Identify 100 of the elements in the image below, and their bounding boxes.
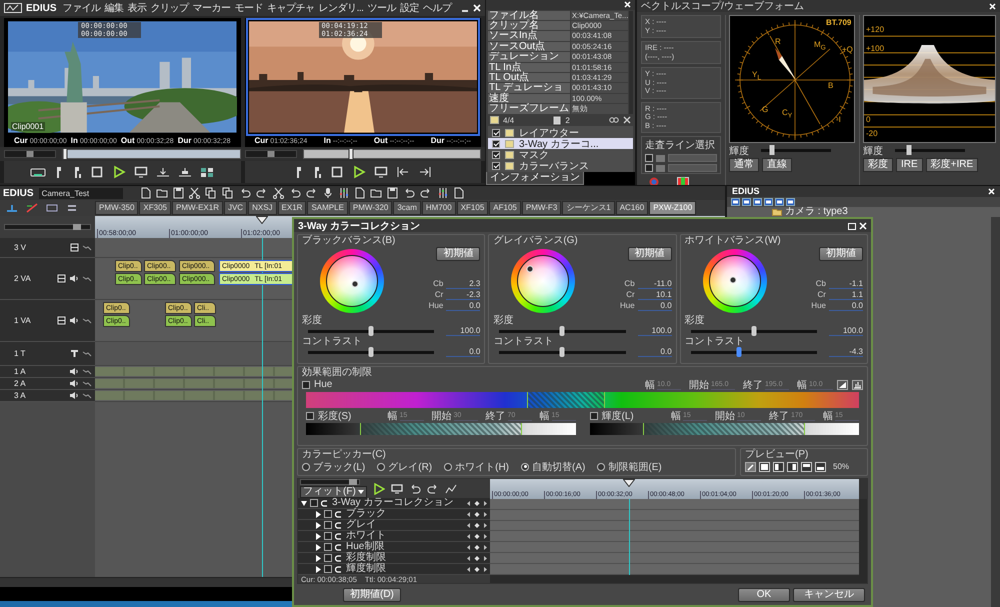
- folder-icon[interactable]: [370, 187, 382, 199]
- keyframe-nav-icon[interactable]: [467, 554, 487, 562]
- stop-icon[interactable]: [90, 165, 104, 179]
- filter-item[interactable]: 3-Way カラーコ...: [488, 138, 633, 149]
- sequence-tab[interactable]: XF105: [456, 201, 488, 215]
- snap-icon[interactable]: [66, 203, 78, 213]
- sequence-tab[interactable]: 3cam: [393, 201, 421, 215]
- full-preview-icon[interactable]: [759, 462, 770, 472]
- menu-item[interactable]: ヘルプ: [422, 1, 452, 15]
- sequence-tab[interactable]: PMW-320: [348, 201, 392, 215]
- new-file-icon[interactable]: [140, 187, 151, 199]
- checkbox[interactable]: [492, 128, 500, 136]
- redo-icon[interactable]: [426, 482, 439, 494]
- new-file-icon[interactable]: [454, 187, 464, 199]
- checkbox[interactable]: [645, 154, 653, 162]
- expand-arrow-icon[interactable]: [315, 522, 321, 528]
- slider-thumb[interactable]: [906, 145, 912, 155]
- sequence-tab[interactable]: シーケンス1: [562, 201, 615, 215]
- keyframe-nav-icon[interactable]: [467, 566, 487, 572]
- keyframe-nav-icon[interactable]: [467, 532, 487, 540]
- keyframe-track[interactable]: 輝度制限: [298, 564, 490, 575]
- copy-icon[interactable]: [204, 187, 217, 199]
- graph-icon[interactable]: [444, 482, 457, 494]
- reset-button[interactable]: 初期値: [628, 247, 672, 261]
- reset-button[interactable]: 初期値: [818, 247, 863, 261]
- project-name-field[interactable]: Camera_Test: [38, 188, 123, 198]
- zoom-thumb[interactable]: [349, 479, 358, 485]
- gradient-range-bar[interactable]: [590, 423, 859, 435]
- value-field[interactable]: 1.1: [828, 290, 863, 300]
- radio-button[interactable]: [444, 462, 452, 470]
- keyframe-track[interactable]: グレイ: [298, 520, 490, 531]
- radio-button[interactable]: [302, 462, 310, 470]
- sequence-tab[interactable]: AC160: [616, 201, 648, 215]
- split-right-icon[interactable]: [787, 462, 798, 472]
- checkbox[interactable]: [492, 162, 500, 170]
- keyframe-nav-icon[interactable]: [467, 510, 487, 518]
- menu-item[interactable]: マーカー: [192, 1, 231, 15]
- menu-item[interactable]: レンダリ...: [318, 1, 364, 15]
- checkbox[interactable]: [492, 140, 500, 148]
- delete-icon[interactable]: [623, 116, 632, 124]
- range-selection[interactable]: [360, 423, 522, 435]
- histogram-icon[interactable]: [852, 380, 863, 390]
- grid-icon[interactable]: [200, 165, 214, 179]
- expand-arrow-icon[interactable]: [315, 566, 321, 572]
- value-field[interactable]: 100.0: [638, 326, 672, 336]
- screen-icon[interactable]: [374, 165, 388, 179]
- sequence-tab[interactable]: XF305: [139, 201, 171, 215]
- slider-thumb[interactable]: [751, 326, 756, 336]
- value-field[interactable]: 2.3: [446, 279, 480, 289]
- mode-button[interactable]: 彩度: [863, 158, 893, 172]
- value-field[interactable]: -11.0: [638, 279, 672, 289]
- menu-item[interactable]: ツール: [367, 1, 396, 15]
- save-icon[interactable]: [386, 187, 398, 199]
- close-icon[interactable]: [989, 2, 996, 10]
- close-icon[interactable]: [473, 4, 481, 12]
- ok-button[interactable]: OK: [738, 588, 790, 602]
- vertical-scrollbar[interactable]: [991, 217, 1000, 607]
- menu-item[interactable]: キャプチャ: [267, 1, 315, 15]
- expand-arrow-icon[interactable]: [301, 500, 307, 506]
- sequence-tab[interactable]: AF105: [489, 201, 521, 215]
- checkbox[interactable]: [306, 412, 314, 420]
- value-field[interactable]: 100.0: [828, 326, 863, 336]
- radio-button[interactable]: [521, 462, 530, 470]
- fit-dropdown[interactable]: フィット(F): [300, 486, 367, 498]
- value-field[interactable]: 100.0: [446, 326, 480, 336]
- save-icon[interactable]: [172, 187, 184, 199]
- undo-icon[interactable]: [288, 187, 301, 199]
- play-icon[interactable]: [372, 482, 385, 494]
- menu-item[interactable]: ファイル: [62, 1, 101, 15]
- undo-icon[interactable]: [402, 187, 415, 199]
- checkbox[interactable]: [324, 510, 332, 518]
- close-icon[interactable]: [624, 1, 631, 8]
- play-icon[interactable]: [352, 165, 366, 179]
- filter-item[interactable]: レイアウター: [488, 127, 633, 138]
- vertical-scrollbar[interactable]: [859, 499, 867, 575]
- mode-button[interactable]: 直線: [762, 158, 792, 172]
- sequence-tab[interactable]: PMW-EX1R: [172, 201, 223, 215]
- insert-icon[interactable]: [156, 165, 170, 179]
- value-field[interactable]: 0.0: [638, 301, 672, 311]
- reset-all-button[interactable]: 初期値(D): [343, 588, 401, 602]
- sequence-tab[interactable]: PMW-F3: [522, 201, 562, 215]
- mode-button[interactable]: 通常: [729, 158, 759, 172]
- hue-selection[interactable]: [527, 392, 605, 408]
- split-top-icon[interactable]: [801, 462, 812, 472]
- gradient-range-bar[interactable]: [306, 423, 576, 435]
- sequence-tab[interactable]: EX1R: [278, 201, 306, 215]
- mode-button[interactable]: 彩度+IRE: [926, 158, 978, 172]
- radio-button[interactable]: [597, 462, 606, 470]
- screen-icon[interactable]: [134, 165, 148, 179]
- slider-thumb[interactable]: [560, 326, 565, 336]
- checkbox[interactable]: [324, 521, 332, 529]
- slider-thumb[interactable]: [368, 326, 374, 336]
- value-field[interactable]: 10.1: [638, 290, 672, 300]
- value-field[interactable]: 0.0: [828, 301, 863, 311]
- overwrite-icon[interactable]: [178, 165, 192, 179]
- hue-range-bar[interactable]: [306, 392, 859, 408]
- line-field[interactable]: [668, 154, 717, 162]
- checkbox[interactable]: [302, 380, 310, 388]
- close-icon[interactable]: [988, 188, 995, 195]
- slider-thumb[interactable]: [560, 346, 565, 356]
